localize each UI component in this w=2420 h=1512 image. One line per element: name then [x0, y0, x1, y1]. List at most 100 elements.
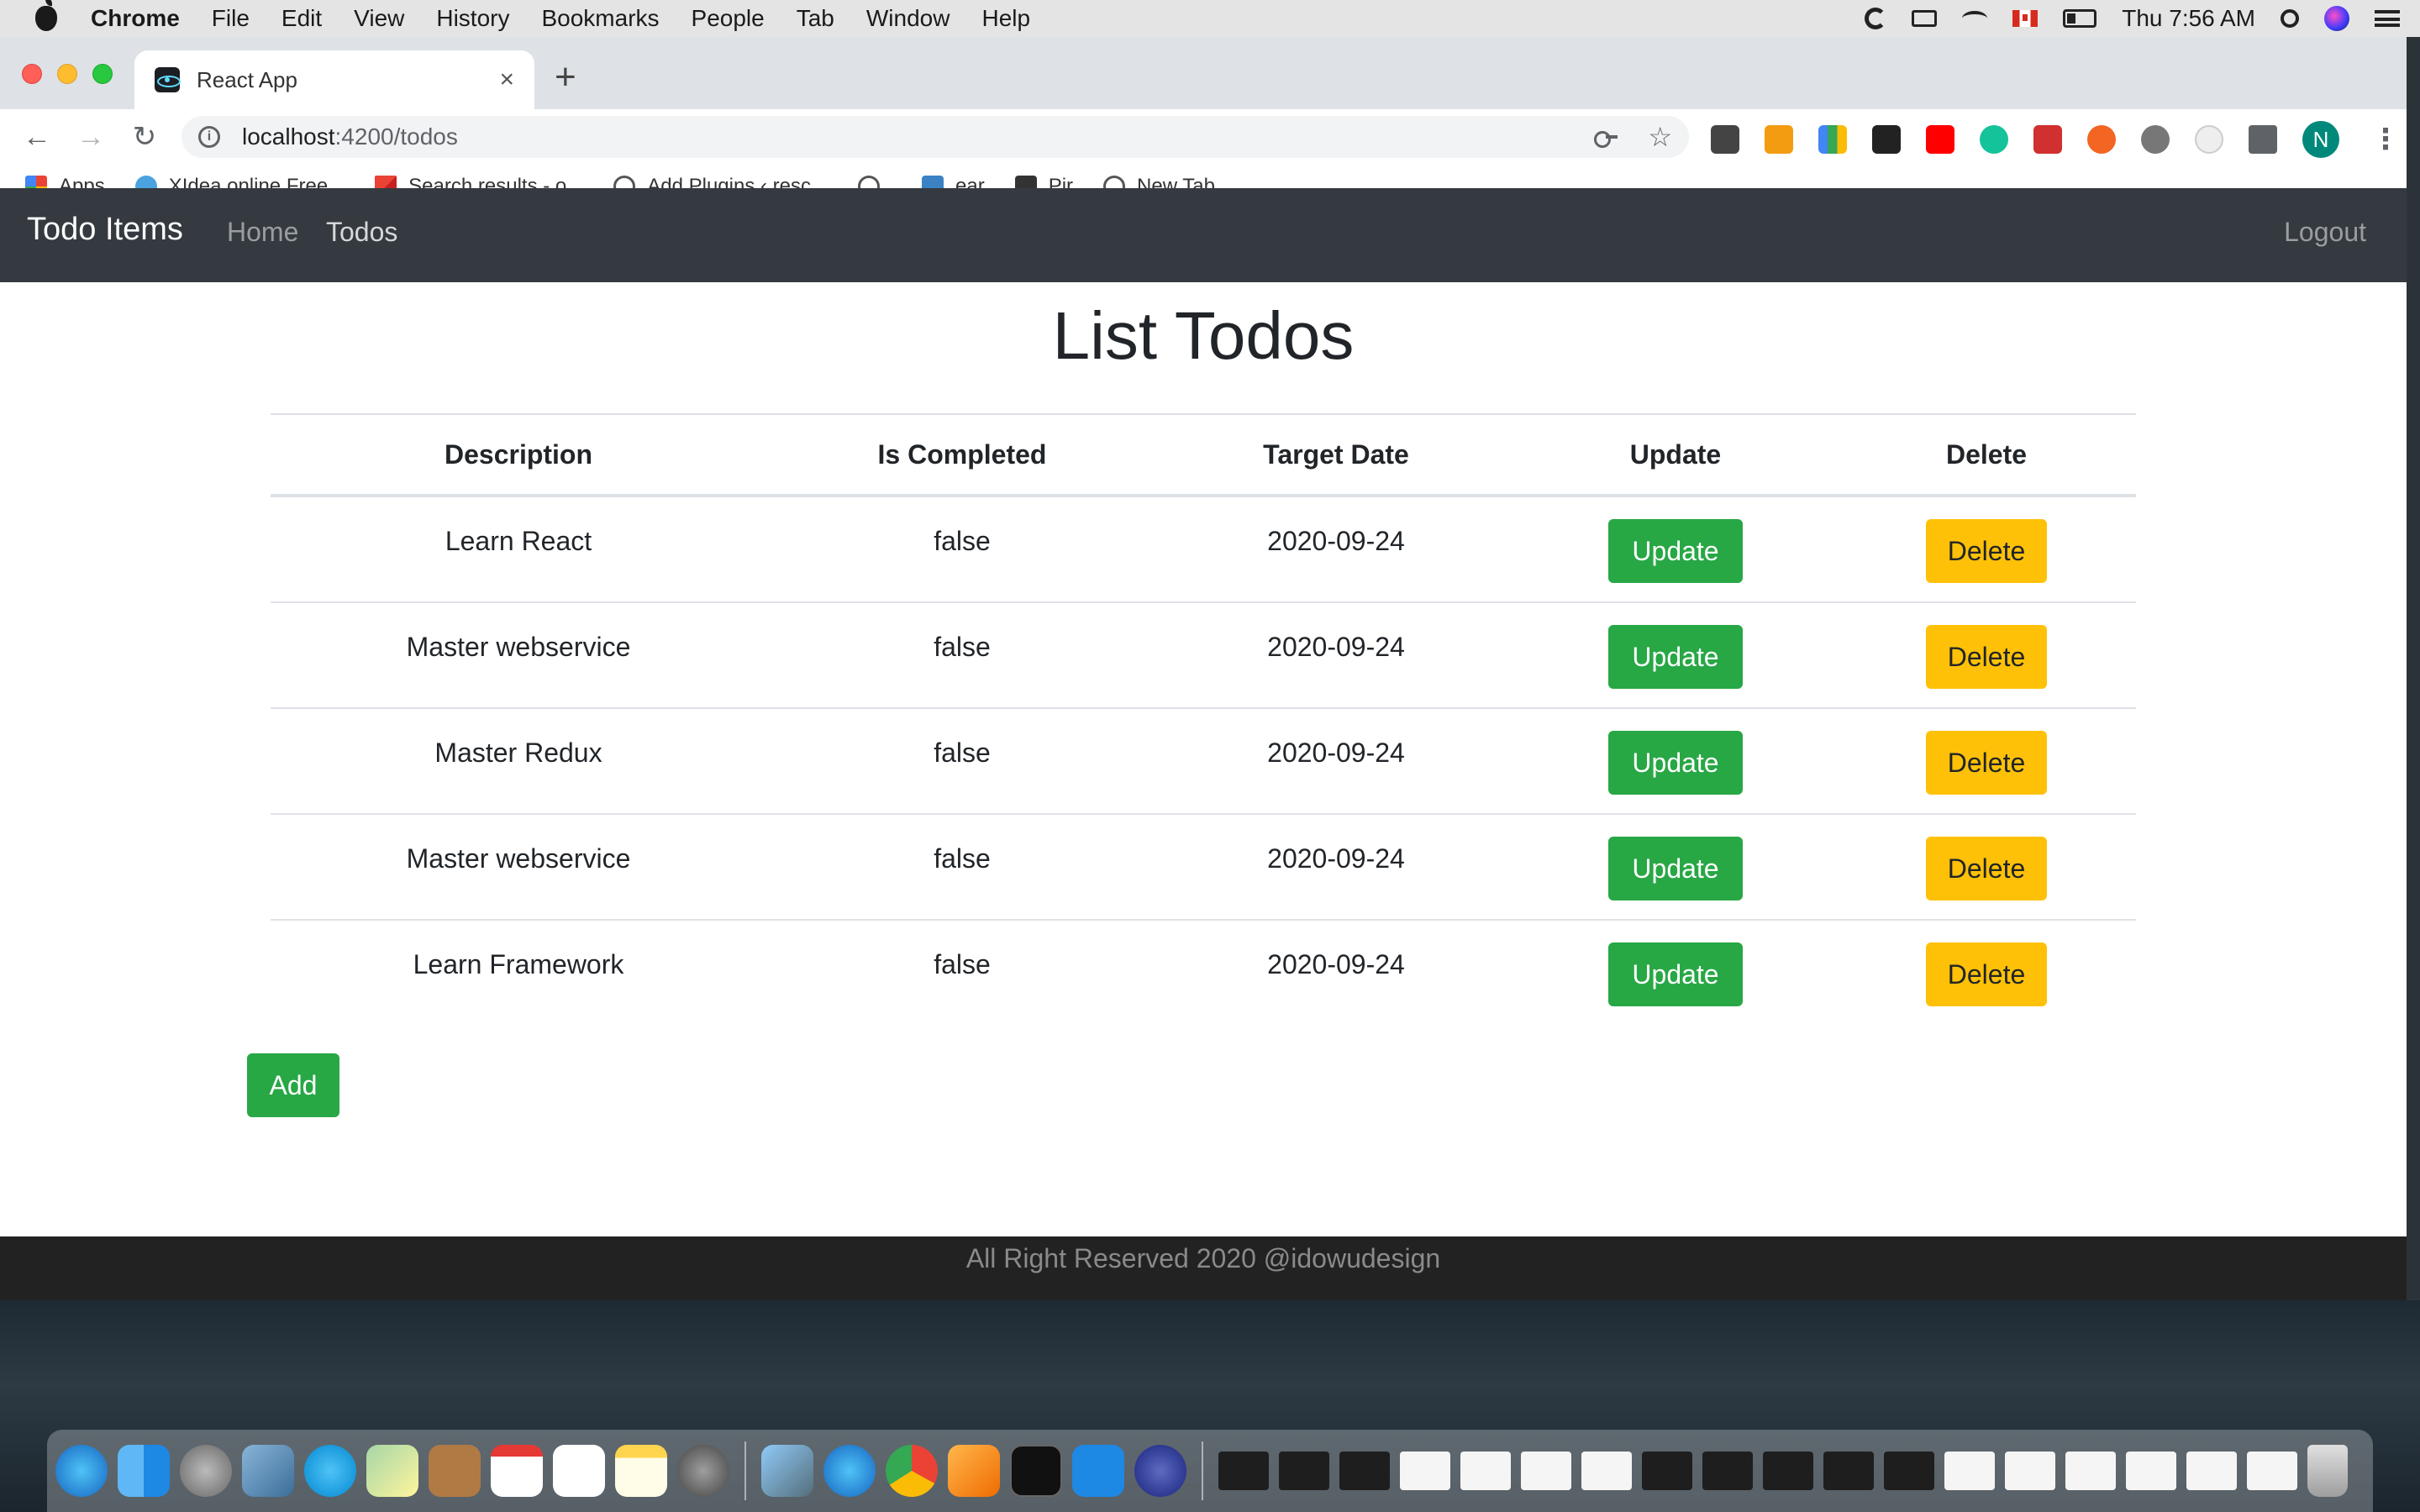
- extension-gray-icon[interactable]: [2141, 125, 2170, 154]
- extensions-puzzle-icon[interactable]: [2249, 125, 2277, 154]
- window-maximize-button[interactable]: [92, 64, 113, 84]
- extension-youtube-icon[interactable]: [1926, 125, 1954, 154]
- creative-cloud-icon[interactable]: [1865, 8, 1887, 29]
- menu-edit[interactable]: Edit: [281, 5, 322, 32]
- extension-wr-icon[interactable]: [1872, 125, 1901, 154]
- menu-tab[interactable]: Tab: [797, 5, 834, 32]
- update-button[interactable]: Update: [1608, 942, 1743, 1006]
- navbar-brand[interactable]: Todo Items: [27, 212, 183, 248]
- menu-view[interactable]: View: [354, 5, 404, 32]
- battery-icon[interactable]: [2063, 9, 2097, 28]
- nav-link-home[interactable]: Home: [227, 217, 298, 248]
- preview-dock-icon[interactable]: [761, 1445, 813, 1497]
- tab-react-app[interactable]: React App ×: [134, 50, 534, 109]
- window-thumbnail[interactable]: [1763, 1452, 1813, 1490]
- update-button[interactable]: Update: [1608, 837, 1743, 900]
- window-thumbnail[interactable]: [1823, 1452, 1874, 1490]
- reload-icon[interactable]: ↻: [128, 121, 161, 153]
- window-thumbnail[interactable]: [1581, 1452, 1632, 1490]
- siri-icon[interactable]: [2324, 6, 2349, 31]
- update-button[interactable]: Update: [1608, 625, 1743, 689]
- pages-dock-icon[interactable]: [948, 1445, 1000, 1497]
- site-info-icon[interactable]: i: [198, 126, 220, 148]
- notification-center-icon[interactable]: [2375, 10, 2400, 27]
- nav-link-todos[interactable]: Todos: [326, 217, 397, 248]
- delete-button[interactable]: Delete: [1926, 625, 2047, 689]
- footer-text: All Right Reserved 2020 @idowudesign: [965, 1243, 1441, 1273]
- finder-dock-icon[interactable]: [118, 1445, 170, 1497]
- canada-flag-icon[interactable]: [2012, 10, 2039, 27]
- window-thumbnail[interactable]: [2005, 1452, 2055, 1490]
- window-thumbnail[interactable]: [1218, 1452, 1269, 1490]
- delete-button[interactable]: Delete: [1926, 519, 2047, 583]
- window-thumbnail[interactable]: [1702, 1452, 1753, 1490]
- url-text[interactable]: localhost:4200/todos: [242, 123, 1594, 150]
- calendar-dock-icon[interactable]: [491, 1445, 543, 1497]
- safari-dock-icon[interactable]: [55, 1445, 108, 1497]
- window-thumbnail[interactable]: [1944, 1452, 1995, 1490]
- contacts-dock-icon[interactable]: [429, 1445, 481, 1497]
- window-thumbnail[interactable]: [2186, 1452, 2237, 1490]
- window-thumbnail[interactable]: [2065, 1452, 2116, 1490]
- extension-chart-icon[interactable]: [1818, 125, 1847, 154]
- window-thumbnail[interactable]: [2247, 1452, 2297, 1490]
- delete-button[interactable]: Delete: [1926, 942, 2047, 1006]
- extension-red-icon[interactable]: [2033, 125, 2062, 154]
- menu-help[interactable]: Help: [981, 5, 1030, 32]
- update-button[interactable]: Update: [1608, 519, 1743, 583]
- menu-bookmarks[interactable]: Bookmarks: [541, 5, 659, 32]
- update-button[interactable]: Update: [1608, 731, 1743, 795]
- window-thumbnail[interactable]: [1400, 1452, 1450, 1490]
- airplay-icon[interactable]: [1912, 10, 1938, 27]
- delete-button[interactable]: Delete: [1926, 837, 2047, 900]
- window-thumbnail[interactable]: [2126, 1452, 2176, 1490]
- safari-app-dock-icon[interactable]: [823, 1445, 876, 1497]
- address-bar[interactable]: i localhost:4200/todos ☆: [182, 116, 1689, 158]
- menu-history[interactable]: History: [436, 5, 509, 32]
- eclipse-dock-icon[interactable]: [1134, 1445, 1186, 1497]
- delete-button[interactable]: Delete: [1926, 731, 2047, 795]
- trash-dock-icon[interactable]: [2307, 1445, 2348, 1497]
- extension-orange-icon[interactable]: [2087, 125, 2116, 154]
- window-minimize-button[interactable]: [57, 64, 77, 84]
- menu-file[interactable]: File: [212, 5, 250, 32]
- chrome-dock-icon[interactable]: [886, 1445, 938, 1497]
- messages-dock-icon[interactable]: [304, 1445, 356, 1497]
- add-todo-button[interactable]: Add: [247, 1053, 339, 1117]
- window-thumbnail[interactable]: [1460, 1452, 1511, 1490]
- nav-link-logout[interactable]: Logout: [2284, 217, 2366, 248]
- wifi-icon[interactable]: [1962, 11, 1988, 26]
- bookmark-star-icon[interactable]: ☆: [1648, 121, 1672, 153]
- spotlight-search-icon[interactable]: [2281, 9, 2299, 28]
- back-arrow-icon[interactable]: ←: [20, 121, 54, 153]
- extension-flame-icon[interactable]: [1765, 125, 1793, 154]
- menu-people[interactable]: People: [692, 5, 765, 32]
- maps-dock-icon[interactable]: [366, 1445, 418, 1497]
- menu-clock[interactable]: Thu 7:56 AM: [2122, 5, 2255, 32]
- apple-menu-icon[interactable]: [35, 0, 57, 31]
- reminders-dock-icon[interactable]: [553, 1445, 605, 1497]
- vscode-dock-icon[interactable]: [1072, 1445, 1124, 1497]
- launchpad-dock-icon[interactable]: [180, 1445, 232, 1497]
- menu-app-chrome[interactable]: Chrome: [91, 5, 180, 32]
- chrome-menu-icon[interactable]: ⋮: [2371, 123, 2400, 156]
- window-thumbnail[interactable]: [1279, 1452, 1329, 1490]
- window-thumbnail[interactable]: [1642, 1452, 1692, 1490]
- profile-avatar[interactable]: N: [2302, 121, 2339, 158]
- window-thumbnail[interactable]: [1884, 1452, 1934, 1490]
- forward-arrow-icon[interactable]: →: [74, 121, 108, 153]
- window-thumbnail[interactable]: [1521, 1452, 1571, 1490]
- new-tab-button[interactable]: +: [555, 59, 576, 96]
- password-key-icon[interactable]: [1594, 131, 1618, 148]
- extension-grammarly-icon[interactable]: [1980, 125, 2008, 154]
- notes-dock-icon[interactable]: [615, 1445, 667, 1497]
- system-preferences-dock-icon[interactable]: [677, 1445, 729, 1497]
- menu-window[interactable]: Window: [866, 5, 950, 32]
- extension-light-icon[interactable]: [2195, 125, 2223, 154]
- terminal-dock-icon[interactable]: [1010, 1445, 1062, 1497]
- mail-dock-icon[interactable]: [242, 1445, 294, 1497]
- window-thumbnail[interactable]: [1339, 1452, 1390, 1490]
- extension-m-icon[interactable]: [1711, 125, 1739, 154]
- tab-close-icon[interactable]: ×: [499, 66, 514, 94]
- window-close-button[interactable]: [22, 64, 42, 84]
